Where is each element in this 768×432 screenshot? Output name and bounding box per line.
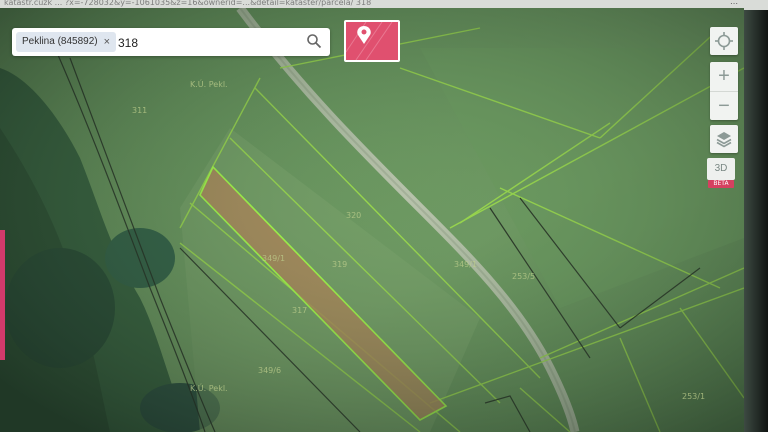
screen-bezel <box>744 10 768 432</box>
3d-view-button[interactable]: 3D <box>707 158 735 180</box>
search-icon[interactable] <box>306 33 322 49</box>
layers-button[interactable] <box>710 125 738 153</box>
cadastral-area-label: K.Ú. Pekl. <box>190 80 228 89</box>
area-chip-label: Peklina (845892) <box>22 36 98 47</box>
layers-icon <box>716 132 732 148</box>
parcel-label: 319 <box>332 260 348 269</box>
zoom-in-button[interactable]: + <box>710 62 738 91</box>
left-edge-accent <box>0 230 5 360</box>
zoom-control: + − <box>710 62 738 120</box>
area-filter-chip[interactable]: Peklina (845892) × <box>16 32 117 52</box>
parcel-label: 320 <box>346 211 362 220</box>
select-parcel-button[interactable] <box>344 20 400 62</box>
parcel-label: 253/5 <box>512 272 536 281</box>
parcel-label: 349/1 <box>262 254 286 263</box>
cadastral-area-label: K.Ú. Pekl. <box>190 384 228 393</box>
chip-close-icon[interactable]: × <box>104 32 110 52</box>
parcel-label: 311 <box>132 106 148 115</box>
map-view[interactable]: 349/1 349/1 349/6 253/5 253/1 317 319 32… <box>0 8 744 432</box>
search-input[interactable] <box>116 32 300 54</box>
aerial-map[interactable] <box>0 8 744 432</box>
parcel-label: 349/1 <box>454 260 478 269</box>
zoom-out-button[interactable]: − <box>710 91 738 121</box>
parcel-label: 317 <box>292 306 308 315</box>
map-pin-icon <box>346 22 393 60</box>
search-box[interactable]: Peklina (845892) × <box>12 28 330 56</box>
locate-button[interactable] <box>710 27 738 55</box>
parcel-label: 253/1 <box>682 392 706 401</box>
url-text: katastr.cuzk ... ?x=-728032&y=-1061035&z… <box>4 0 372 7</box>
beta-badge: BETA <box>708 180 734 188</box>
crosshair-icon <box>715 32 733 50</box>
parcel-label: 349/6 <box>258 366 282 375</box>
